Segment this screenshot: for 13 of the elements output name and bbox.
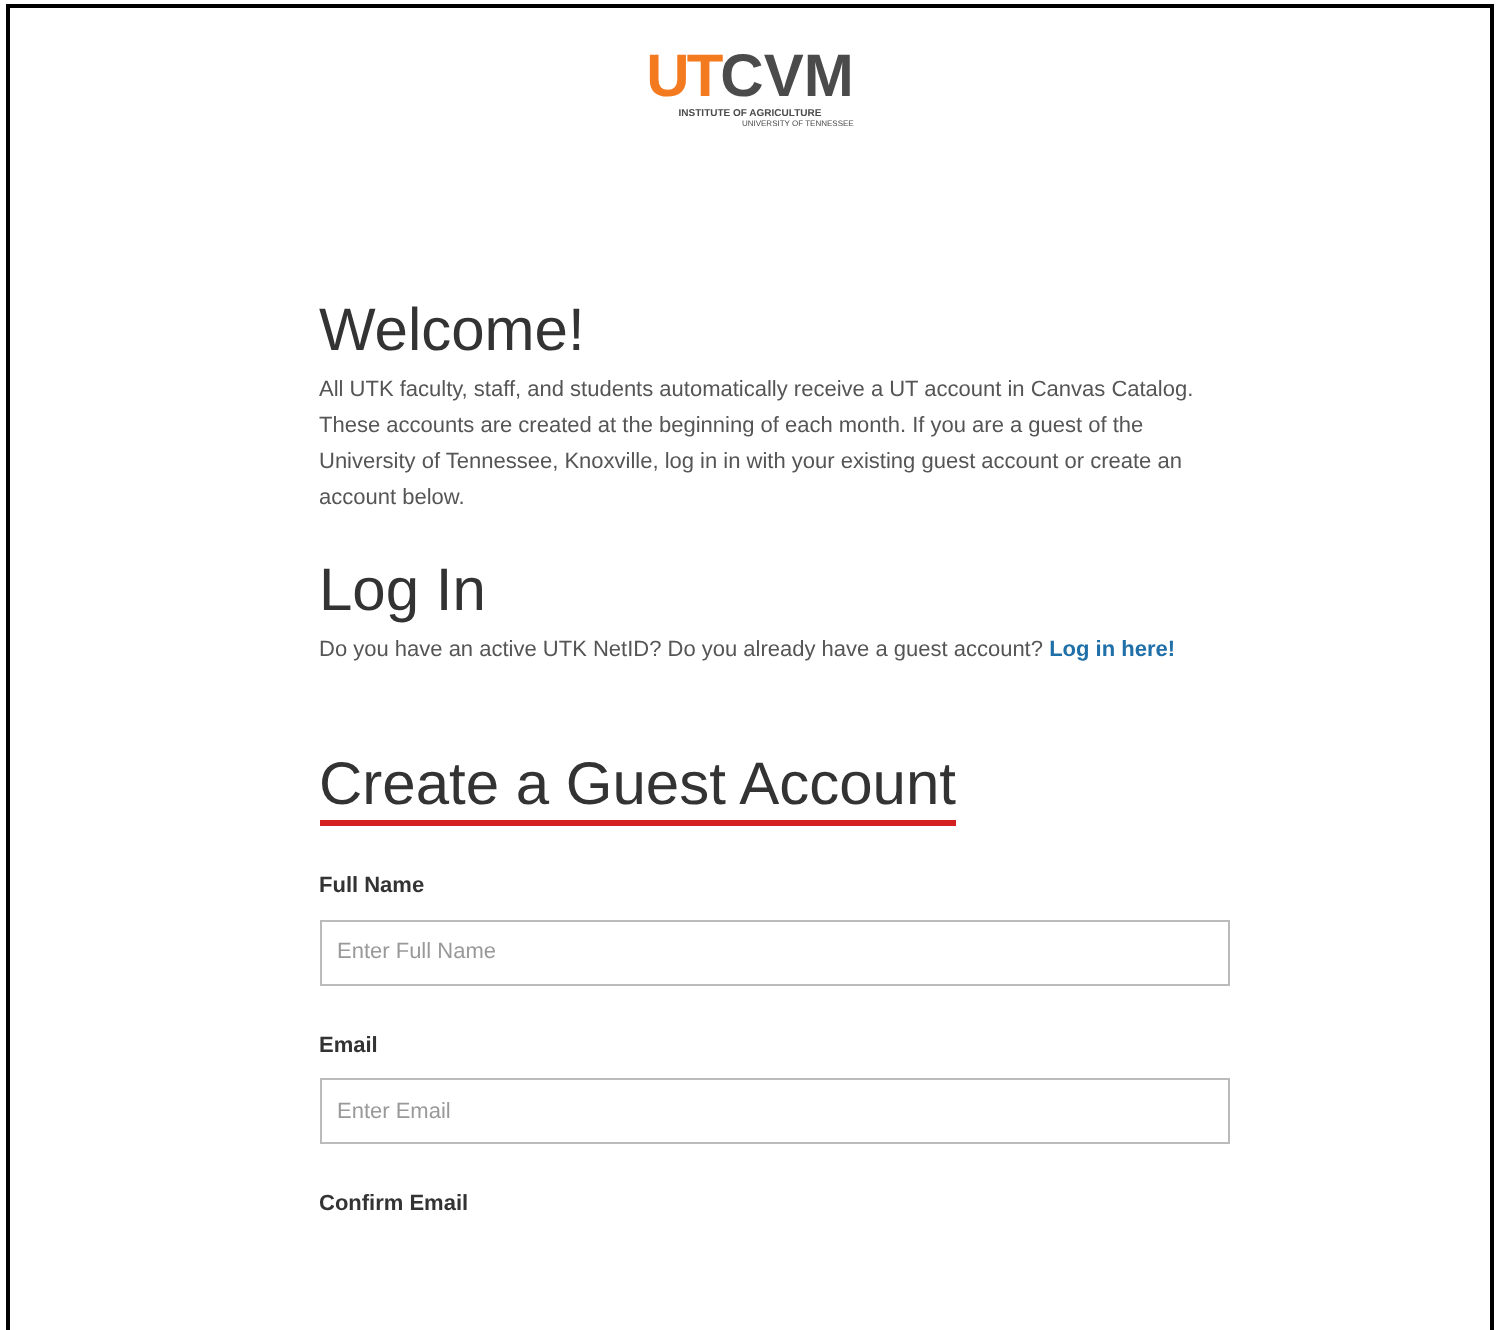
logo-name: CVM — [720, 48, 854, 108]
welcome-heading: Welcome! — [319, 296, 587, 368]
text-field[interactable]: Enter Email — [319, 1078, 1229, 1144]
login-text: Do you have an active UTK NetID? Do you already have a guest account? Log in here! — [319, 636, 1178, 666]
field-label: Confirm Email — [319, 1190, 471, 1220]
logo-mark: UT — [646, 48, 721, 108]
login-link[interactable]: Log in here! — [1049, 638, 1176, 662]
create-heading: Create a Guest Account — [319, 752, 957, 826]
field-label: Full Name — [319, 872, 427, 902]
field-label: Email — [319, 1031, 380, 1061]
login-heading: Log In — [319, 556, 488, 628]
welcome-text: All UTK faculty, staff, and students automatically receive a UT account in Canvas Catalog. These accounts are created at the beginning of each month. If you are a guest of the University of Tennessee, Knoxville, log in in with your existing guest account or create an account below. — [319, 376, 1196, 514]
text-field[interactable]: Enter Full Name — [319, 919, 1229, 985]
